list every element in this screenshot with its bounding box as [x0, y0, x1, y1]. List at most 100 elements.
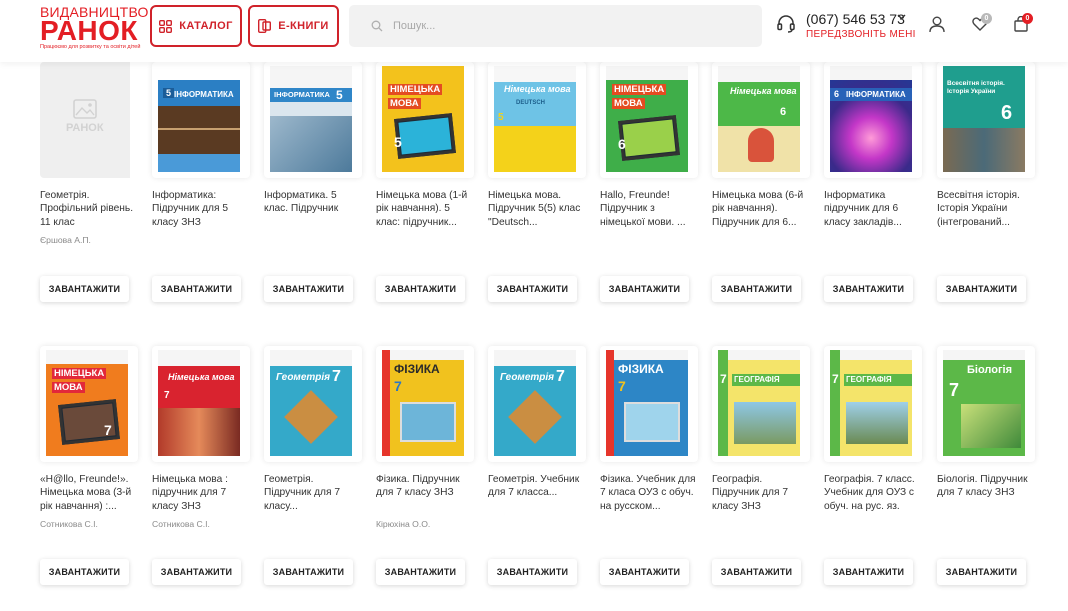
- cover-title: Геометрія: [276, 372, 331, 383]
- cover-title: ФІЗИКА: [394, 362, 440, 376]
- book-cover[interactable]: 5 ІНФОРМАТИКА: [152, 62, 250, 178]
- book-cover[interactable]: 6 ІНФОРМАТИКА: [824, 62, 922, 178]
- cover-grade: 5: [394, 134, 402, 150]
- ebooks-button[interactable]: Е-КНИГИ: [248, 5, 339, 47]
- book-cover[interactable]: Геометрія 7: [488, 346, 586, 462]
- search-input[interactable]: [393, 20, 753, 32]
- product-title[interactable]: Фізика. Підручник для 7 класу ЗНЗ: [376, 473, 474, 500]
- catalog-label: КАТАЛОГ: [179, 20, 233, 32]
- download-button[interactable]: ЗАВАНТАЖИТИ: [937, 559, 1026, 585]
- download-button[interactable]: ЗАВАНТАЖИТИ: [600, 559, 689, 585]
- book-cover[interactable]: Геометрія 7: [264, 346, 362, 462]
- download-button[interactable]: ЗАВАНТАЖИТИ: [40, 559, 129, 585]
- product-title[interactable]: Німецька мова (1-й рік навчання). 5 клас…: [376, 189, 474, 229]
- phone-number[interactable]: (067) 546 53 73: [806, 11, 905, 27]
- ranok-logo[interactable]: ВИДАВНИЦТВО РАНОК Працюємо для розвитку …: [40, 4, 148, 54]
- download-button[interactable]: ЗАВАНТАЖИТИ: [937, 276, 1026, 302]
- product-title[interactable]: «H@llo, Freunde!». Німецька мова (3-й рі…: [40, 473, 138, 513]
- cover-grade: 6: [780, 106, 787, 118]
- cover-title: ГЕОГРАФІЯ: [846, 375, 892, 384]
- ebooks-label: Е-КНИГИ: [278, 20, 329, 32]
- book-cover[interactable]: НІМЕЦЬКА МОВА 7: [40, 346, 138, 462]
- product-title[interactable]: Географія. 7 класс. Учебник для ОУЗ с об…: [824, 473, 922, 513]
- product-title[interactable]: Інформатика. 5 клас. Підручник: [264, 189, 362, 216]
- callback-link[interactable]: ПЕРЕДЗВОНІТЬ МЕНІ: [806, 29, 916, 40]
- cover-grade: 7: [720, 372, 727, 386]
- product-title[interactable]: Німецька мова (6-й рік навчання). Підруч…: [712, 189, 810, 229]
- product-title[interactable]: Hallo, Freunde! Підручник з німецької мо…: [600, 189, 698, 229]
- catalog-button[interactable]: КАТАЛОГ: [150, 5, 242, 47]
- headset-icon: [777, 15, 795, 33]
- download-button[interactable]: ЗАВАНТАЖИТИ: [376, 559, 465, 585]
- image-placeholder-icon: [73, 99, 97, 119]
- product-title[interactable]: Геометрія. Підручник для 7 класу...: [264, 473, 362, 513]
- cover-grade: 7: [104, 422, 112, 438]
- book-cover[interactable]: Німецька мова DEUTSCH 5: [488, 62, 586, 178]
- download-button[interactable]: ЗАВАНТАЖИТИ: [712, 559, 801, 585]
- download-button[interactable]: ЗАВАНТАЖИТИ: [376, 276, 465, 302]
- product-title[interactable]: Геометрія. Учебник для 7 класса...: [488, 473, 586, 500]
- book-cover[interactable]: ІНФОРМАТИКА 5: [264, 62, 362, 178]
- cart-count-badge: 0: [1022, 13, 1033, 24]
- cover-grade: 7: [164, 390, 170, 401]
- cover-subtitle: МОВА: [612, 98, 645, 109]
- book-cover[interactable]: Біологія 7: [937, 346, 1035, 462]
- logo-tagline: Працюємо для розвитку та освіти дітей: [40, 44, 141, 50]
- search-bar[interactable]: [349, 5, 762, 47]
- cover-title: НІМЕЦЬКА: [388, 84, 443, 95]
- cover-grade: 6: [834, 89, 840, 99]
- product-author: Кірюхіна О.О.: [376, 519, 431, 529]
- product-title[interactable]: Німецька мова. Підручник 5(5) клас "Deut…: [488, 189, 586, 229]
- download-button[interactable]: ЗАВАНТАЖИТИ: [600, 276, 689, 302]
- logo-line2: РАНОК: [40, 15, 139, 46]
- product-title[interactable]: Всесвітня історія. Історія України (інте…: [937, 189, 1035, 229]
- cover-title: Німецька мова: [730, 86, 797, 96]
- cover-grade: 7: [832, 372, 839, 386]
- product-title[interactable]: Інформатика підручник для 6 класу заклад…: [824, 189, 922, 229]
- placeholder-logo-text: РАНОК: [66, 122, 104, 134]
- book-cover[interactable]: 7 ГЕОГРАФІЯ: [824, 346, 922, 462]
- site-header: ВИДАВНИЦТВО РАНОК Працюємо для розвитку …: [0, 0, 1068, 62]
- book-cover[interactable]: ФІЗИКА 7: [600, 346, 698, 462]
- book-cover[interactable]: РАНОК: [40, 62, 138, 178]
- download-button[interactable]: ЗАВАНТАЖИТИ: [152, 559, 241, 585]
- cover-grade: 6: [1001, 102, 1013, 124]
- cover-subtitle: МОВА: [52, 382, 85, 393]
- download-button[interactable]: ЗАВАНТАЖИТИ: [40, 276, 129, 302]
- chevron-down-icon[interactable]: [897, 14, 906, 20]
- download-button[interactable]: ЗАВАНТАЖИТИ: [824, 559, 913, 585]
- cover-grade: 5: [336, 88, 343, 102]
- product-author: Сотникова С.І.: [40, 519, 98, 529]
- book-cover[interactable]: НІМЕЦЬКА МОВА 5: [376, 62, 474, 178]
- download-button[interactable]: ЗАВАНТАЖИТИ: [264, 276, 353, 302]
- ebook-icon: [258, 19, 272, 33]
- product-title[interactable]: Фізика. Учебник для 7 класа ОУЗ с обуч. …: [600, 473, 698, 513]
- download-button[interactable]: ЗАВАНТАЖИТИ: [824, 276, 913, 302]
- cover-grade: 7: [618, 378, 626, 394]
- product-title[interactable]: Інформатика: Підручник для 5 класу ЗНЗ: [152, 189, 250, 229]
- book-cover[interactable]: Всесвітня історія. Історія України 6: [937, 62, 1035, 178]
- download-button[interactable]: ЗАВАНТАЖИТИ: [264, 559, 353, 585]
- cover-grade: 6: [618, 136, 626, 152]
- book-cover[interactable]: НІМЕЦЬКА МОВА 6: [600, 62, 698, 178]
- cover-grade: 7: [556, 368, 565, 385]
- download-button[interactable]: ЗАВАНТАЖИТИ: [488, 559, 577, 585]
- cover-title: Німецька мова: [504, 84, 571, 94]
- cover-title: ІНФОРМАТИКА: [846, 90, 906, 99]
- cover-title: НІМЕЦЬКА: [612, 84, 667, 95]
- product-author: Єршова А.П.: [40, 235, 91, 245]
- product-title[interactable]: Геометрія. Профільний рівень. 11 клас: [40, 189, 138, 229]
- download-button[interactable]: ЗАВАНТАЖИТИ: [712, 276, 801, 302]
- book-cover[interactable]: 7 ГЕОГРАФІЯ: [712, 346, 810, 462]
- download-button[interactable]: ЗАВАНТАЖИТИ: [488, 276, 577, 302]
- product-title[interactable]: Німецька мова : підручник для 7 класу ЗН…: [152, 473, 250, 513]
- book-cover[interactable]: ФІЗИКА 7: [376, 346, 474, 462]
- product-title[interactable]: Географія. Підручник для 7 класу ЗНЗ: [712, 473, 810, 513]
- book-cover[interactable]: Німецька мова 6: [712, 62, 810, 178]
- book-cover[interactable]: Німецька мова 7: [152, 346, 250, 462]
- product-title[interactable]: Біологія. Підручник для 7 класу ЗНЗ: [937, 473, 1035, 500]
- search-icon: [371, 20, 383, 32]
- user-icon[interactable]: [929, 16, 945, 33]
- download-button[interactable]: ЗАВАНТАЖИТИ: [152, 276, 241, 302]
- cover-title: Всесвітня історія. Історія України: [947, 80, 1005, 95]
